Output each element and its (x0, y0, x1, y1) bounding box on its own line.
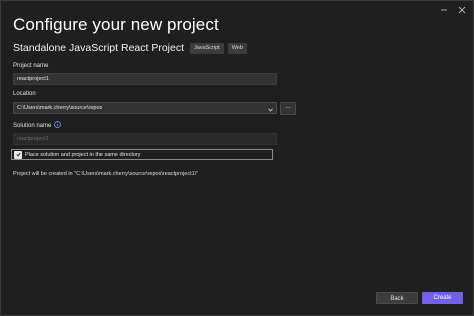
tag-javascript: JavaScript (190, 42, 224, 54)
create-button[interactable]: Create (422, 292, 463, 304)
same-directory-checkbox[interactable] (14, 150, 22, 159)
tag-web: Web (227, 42, 247, 54)
page-title: Configure your new project (13, 15, 219, 34)
window-controls (437, 4, 469, 16)
template-info: Standalone JavaScript React Project Java… (13, 42, 247, 54)
created-path-note: Project will be created in "C:\Users\mar… (13, 171, 199, 177)
same-directory-option[interactable]: Place solution and project in the same d… (11, 149, 273, 160)
minimize-icon[interactable] (437, 4, 451, 16)
location-dropdown[interactable]: C:\Users\mark.cherry\source\repos (13, 102, 277, 114)
solution-name-label-row: Solution name (13, 121, 62, 130)
checkmark-icon (15, 152, 21, 157)
info-icon[interactable] (54, 121, 62, 130)
location-label: Location (13, 91, 36, 97)
chevron-down-icon[interactable] (268, 106, 273, 116)
dialog-window: Configure your new project Standalone Ja… (0, 0, 474, 316)
close-icon[interactable] (455, 4, 469, 16)
project-name-label: Project name (13, 63, 49, 69)
same-directory-label: Place solution and project in the same d… (25, 151, 141, 158)
template-name: Standalone JavaScript React Project (13, 42, 185, 54)
solution-name-input[interactable]: reactproject1 (13, 133, 277, 145)
location-value: C:\Users\mark.cherry\source\repos (17, 105, 103, 111)
project-name-input[interactable]: reactproject1 (13, 73, 277, 85)
back-button[interactable]: Back (376, 292, 418, 304)
browse-button[interactable]: ... (280, 102, 296, 115)
solution-name-label: Solution name (13, 122, 52, 129)
